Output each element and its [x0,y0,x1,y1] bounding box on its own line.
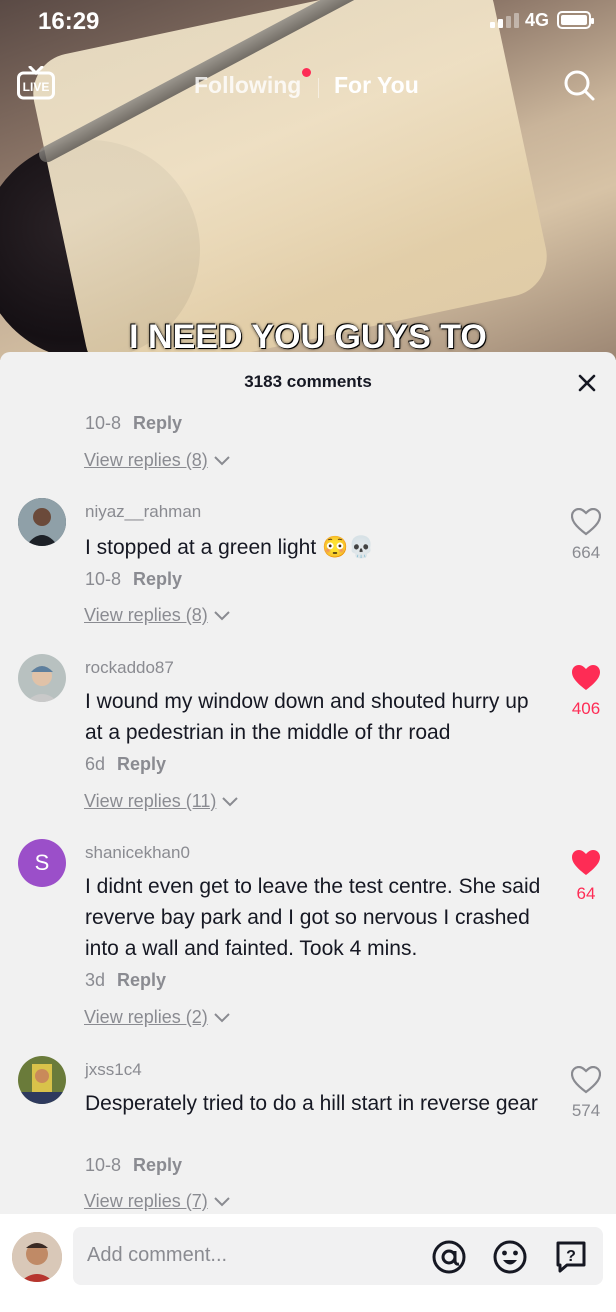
avatar[interactable]: S [18,839,66,887]
view-replies-link[interactable]: View replies (8) [84,605,230,626]
live-icon[interactable]: LIVE [17,66,55,100]
view-replies-label: View replies (8) [84,605,208,625]
view-replies-link[interactable]: View replies (7) [84,1191,230,1212]
view-replies-link[interactable]: View replies (8) [84,450,230,471]
avatar[interactable] [18,654,66,702]
comment-meta: 10-8 Reply [85,1155,182,1176]
search-icon[interactable] [562,68,596,102]
like-button[interactable]: 64 [562,849,610,904]
like-button[interactable]: 664 [562,507,610,563]
comment-date: 10-8 [85,569,122,589]
my-avatar [12,1232,62,1282]
comment-username[interactable]: niyaz__rahman [85,502,201,522]
comment-date: 10-8 [85,1155,122,1175]
view-replies-link[interactable]: View replies (2) [84,1007,230,1028]
view-replies-label: View replies (2) [84,1007,208,1027]
comment-composer: Add comment... ? [0,1214,616,1312]
comment-username[interactable]: jxss1c4 [85,1060,142,1080]
top-nav: LIVE Following For You [0,60,616,110]
chevron-down-icon [214,455,230,465]
comments-header: 3183 comments [0,352,616,410]
like-button[interactable]: 574 [562,1065,610,1121]
reply-button[interactable]: Reply [133,1155,182,1175]
comment-meta: 6d Reply [85,754,166,775]
chevron-down-icon [214,1196,230,1206]
emoji-icon[interactable] [492,1239,528,1275]
reply-button[interactable]: Reply [133,569,182,589]
reply-button[interactable]: Reply [117,754,166,774]
mention-icon[interactable] [431,1239,467,1275]
view-replies-label: View replies (8) [84,450,208,470]
comment-input-placeholder: Add comment... [87,1244,228,1266]
comment-meta: 10-8 Reply [85,413,182,434]
reply-button[interactable]: Reply [133,413,182,433]
like-button[interactable]: 406 [562,664,610,719]
comment-text: Desperately tried to do a hill start in … [85,1092,538,1115]
comments-sheet: 3183 comments 10-8 Reply View replies (8)… [0,352,616,1312]
chevron-down-icon [214,1012,230,1022]
comment-meta: 10-8 Reply [85,569,182,590]
comment-input[interactable]: Add comment... ? [73,1227,603,1285]
comment-text: I didnt even get to leave the test centr… [85,875,541,960]
close-icon[interactable] [572,368,602,398]
status-bar: 16:29 4G [0,0,616,44]
avatar[interactable] [18,498,66,546]
heart-filled-icon [572,850,600,875]
heart-filled-icon [572,665,600,690]
video-dessert [25,0,555,360]
heart-outline-icon [570,507,602,536]
chevron-down-icon [214,610,230,620]
like-count: 406 [571,699,601,718]
network-type: 4G [525,10,550,30]
battery-icon [557,11,594,29]
view-replies-label: View replies (7) [84,1191,208,1211]
like-count: 64 [576,884,596,903]
comment-username[interactable]: shanicekhan0 [85,843,190,863]
signal-icon [490,13,519,28]
comment-meta: 3d Reply [85,970,166,991]
comment-date: 3d [85,970,106,990]
comment-username[interactable]: rockaddo87 [85,658,174,678]
live-label: LIVE [23,80,50,94]
avatar[interactable] [18,1056,66,1104]
comment-text: I stopped at a green light 😳💀 [85,536,375,559]
like-count: 574 [571,1101,601,1120]
comment-text: I wound my window down and shouted hurry… [85,690,529,744]
comment-count: 3183 comments [244,372,372,391]
status-time: 16:29 [38,8,100,35]
video-player[interactable] [0,0,616,360]
question-sticker-icon[interactable]: ? [553,1239,589,1275]
tab-following-label: Following [194,72,302,98]
notification-dot [302,68,312,77]
comment-date: 10-8 [85,413,122,433]
heart-outline-icon [570,1065,602,1094]
avatar-initial: S [34,850,50,875]
reply-button[interactable]: Reply [117,970,166,990]
chevron-down-icon [222,796,239,806]
comment-date: 6d [85,754,106,774]
like-count: 664 [571,543,601,562]
tab-following[interactable]: Following [194,68,312,99]
view-replies-label: View replies (11) [84,791,217,811]
view-replies-link[interactable]: View replies (11) [84,791,239,812]
tab-for-you[interactable]: For You [334,72,419,99]
tab-divider [318,78,319,98]
svg-text:?: ? [566,1248,576,1265]
